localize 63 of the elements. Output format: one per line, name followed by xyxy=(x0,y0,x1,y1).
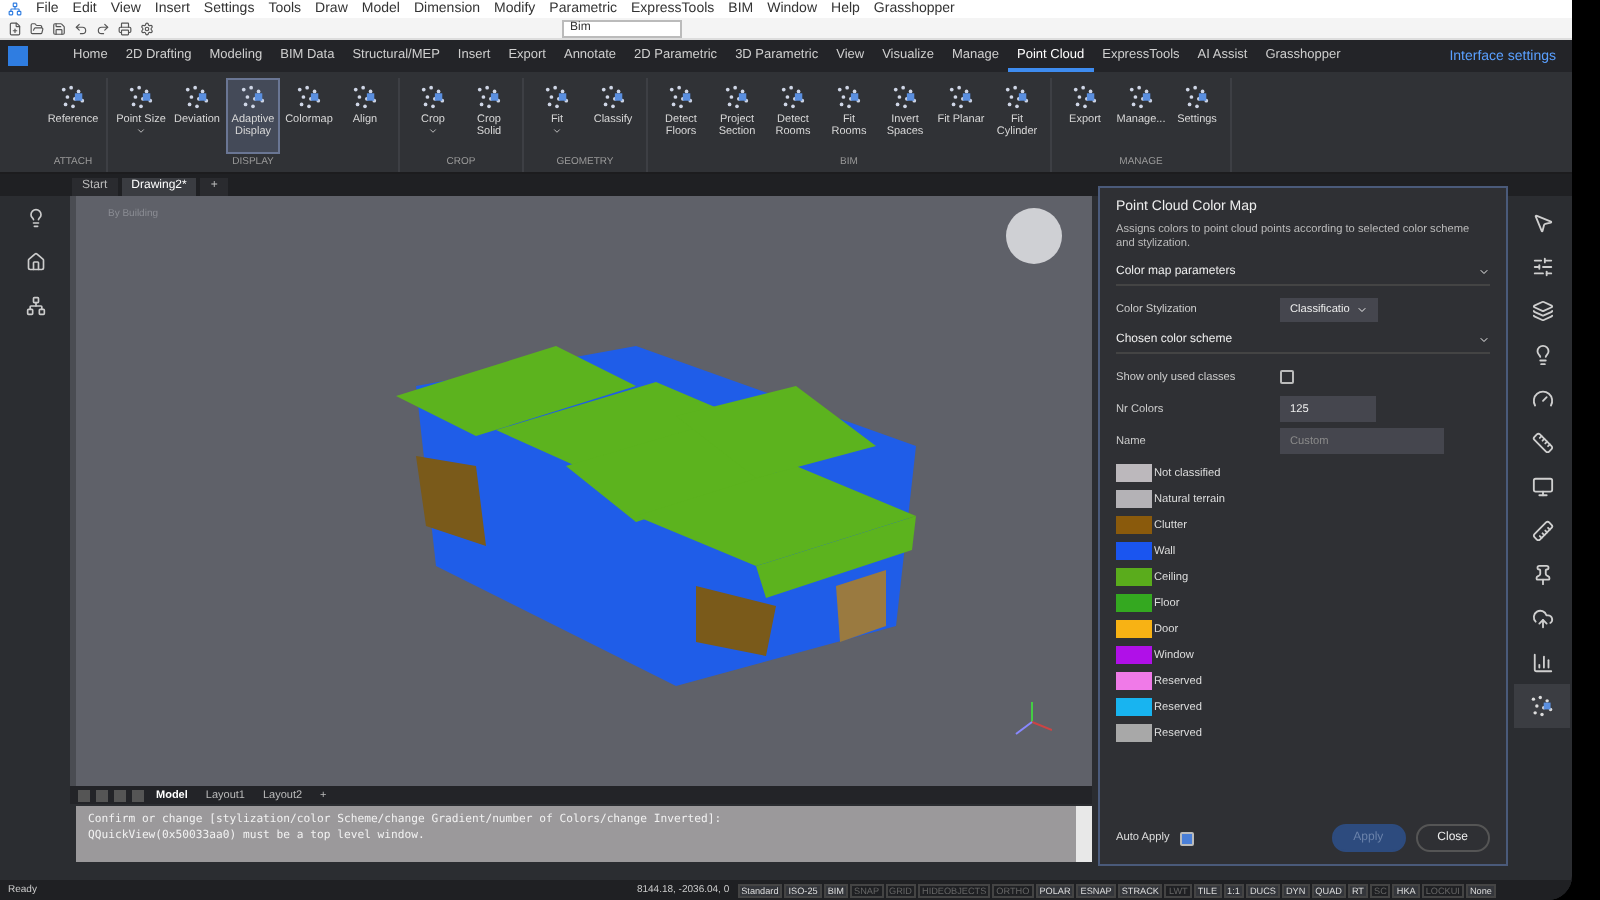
points-icon xyxy=(60,84,86,110)
toolbar-button[interactable] xyxy=(1514,684,1570,728)
tree-icon[interactable] xyxy=(25,296,45,316)
chevron-icon xyxy=(1478,266,1490,278)
redo-icon[interactable] xyxy=(96,21,110,35)
pin-icon xyxy=(1531,563,1553,585)
points-icon xyxy=(724,84,750,110)
color-swatch[interactable] xyxy=(1116,568,1152,586)
new-file-icon[interactable] xyxy=(8,21,22,35)
points-icon xyxy=(892,84,918,110)
checkbox[interactable] xyxy=(1179,831,1194,845)
points-icon xyxy=(948,84,974,110)
chevron-icon xyxy=(1355,303,1368,315)
points-icon xyxy=(600,84,626,110)
color-swatch[interactable] xyxy=(1116,464,1152,482)
settings-icon[interactable] xyxy=(140,21,154,35)
sliders-icon xyxy=(1531,255,1553,277)
cursor-icon xyxy=(1531,211,1553,233)
color-swatch[interactable] xyxy=(1116,542,1152,560)
points-icon xyxy=(780,84,806,110)
points-icon xyxy=(668,84,694,110)
beam-icon xyxy=(1531,519,1553,541)
lightbulb-icon[interactable] xyxy=(25,208,45,228)
undo-icon[interactable] xyxy=(74,21,88,35)
color-swatch[interactable] xyxy=(1116,594,1152,612)
color-swatch[interactable] xyxy=(1116,672,1152,690)
view-cube-icon[interactable] xyxy=(1004,206,1064,266)
color-swatch[interactable] xyxy=(1116,620,1152,638)
points-icon xyxy=(1184,84,1210,110)
home-icon[interactable] xyxy=(25,252,45,272)
points-icon xyxy=(476,84,502,110)
points-icon xyxy=(128,84,154,110)
checkbox[interactable] xyxy=(1280,370,1294,384)
points-icon xyxy=(836,84,862,110)
chevron-icon xyxy=(1478,334,1490,346)
lightbulb-icon xyxy=(1531,343,1553,365)
points-icon xyxy=(544,84,570,110)
points-icon xyxy=(240,84,266,110)
points-icon xyxy=(420,84,446,110)
color-swatch[interactable] xyxy=(1116,698,1152,716)
points-icon xyxy=(296,84,322,110)
color-swatch[interactable] xyxy=(1116,516,1152,534)
points-icon xyxy=(1072,84,1098,110)
monitor-icon xyxy=(1531,475,1553,497)
color-swatch[interactable] xyxy=(1116,724,1152,742)
points-icon xyxy=(184,84,210,110)
points-icon xyxy=(1004,84,1030,110)
cloud-icon xyxy=(1531,607,1553,629)
gauge-icon xyxy=(1531,387,1553,409)
save-icon[interactable] xyxy=(52,21,66,35)
points-icon xyxy=(1530,694,1554,718)
chart-icon xyxy=(1531,651,1553,673)
app-logo-icon xyxy=(8,46,28,66)
layers-icon xyxy=(1531,299,1553,321)
print-icon[interactable] xyxy=(118,21,132,35)
color-swatch[interactable] xyxy=(1116,646,1152,664)
color-swatch[interactable] xyxy=(1116,490,1152,508)
folder-icon[interactable] xyxy=(30,21,44,35)
points-icon xyxy=(352,84,378,110)
scrollbar[interactable] xyxy=(1076,806,1092,862)
ruler-icon xyxy=(1531,431,1553,453)
app-icon xyxy=(8,2,22,16)
points-icon xyxy=(1128,84,1154,110)
